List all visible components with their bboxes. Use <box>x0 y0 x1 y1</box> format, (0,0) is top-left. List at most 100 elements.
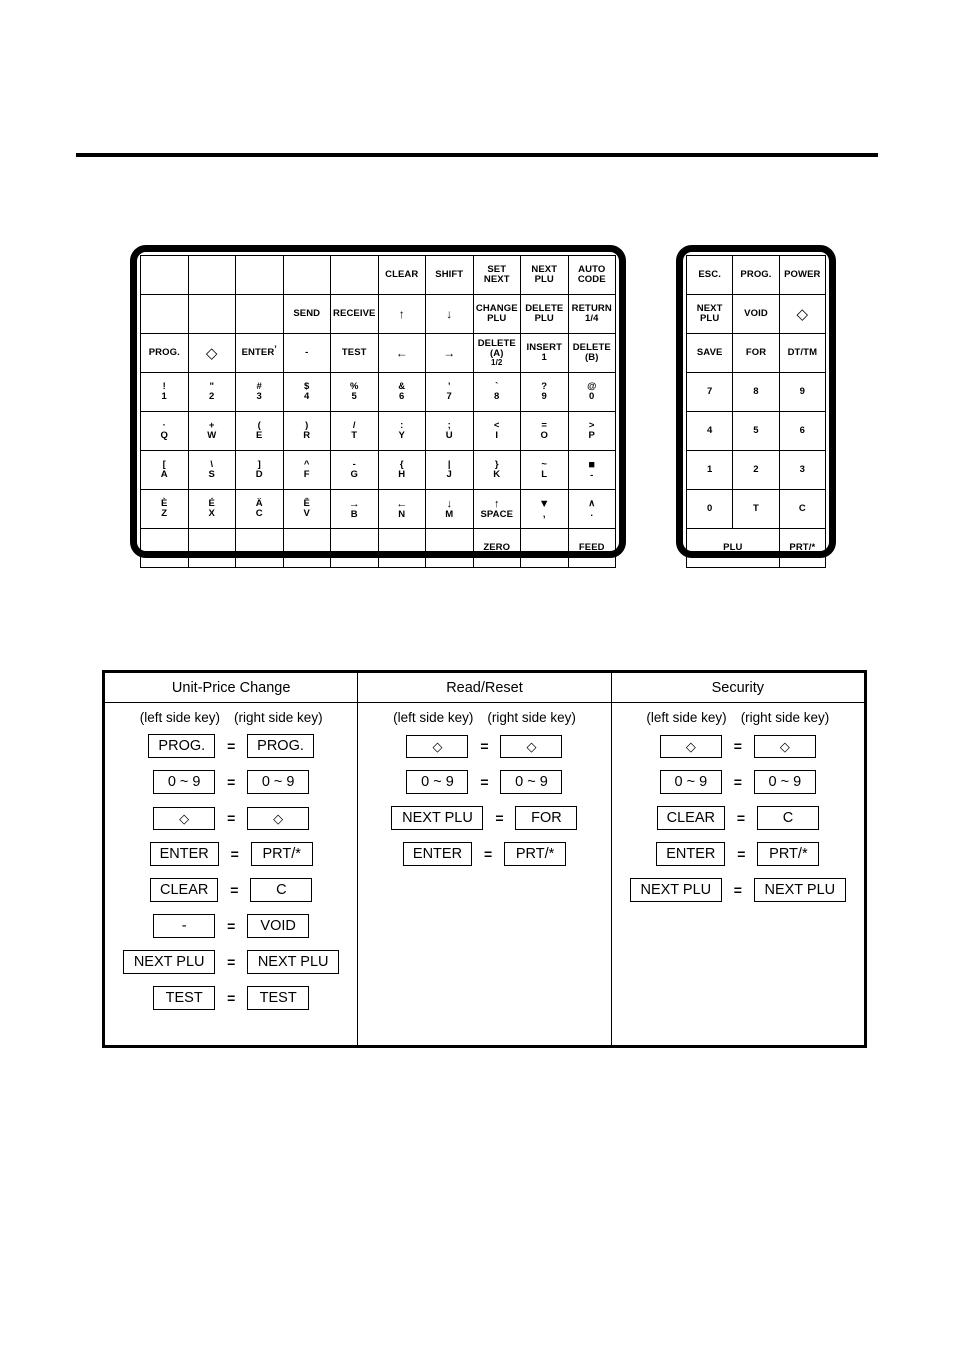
left-key-box[interactable]: ◇ <box>659 734 722 758</box>
key-symbol[interactable]: @0 <box>567 372 616 412</box>
key-symbol[interactable]: ◇ <box>187 333 236 373</box>
key-symbol[interactable]: ÉX <box>187 489 236 529</box>
key-next[interactable]: NEXT PLU <box>685 294 734 334</box>
key-delete[interactable]: DELETE PLU <box>520 294 569 334</box>
key-t[interactable]: T <box>732 489 780 529</box>
right-key-box[interactable]: PRT/* <box>757 841 820 867</box>
right-key-box[interactable]: ◇ <box>753 734 816 758</box>
right-key-box[interactable]: FOR <box>515 805 578 831</box>
left-key-box[interactable]: ◇ <box>153 806 216 830</box>
key-symbol[interactable]: #3 <box>235 372 284 412</box>
key-void[interactable]: VOID <box>732 294 780 334</box>
key-2[interactable]: 2 <box>732 450 780 490</box>
key-set[interactable]: SET NEXT <box>472 255 521 295</box>
key-symbol[interactable]: } K <box>472 450 521 490</box>
key-symbol[interactable]: " 2 <box>187 372 236 412</box>
left-key-box[interactable]: NEXT PLU <box>391 805 484 831</box>
key-prog[interactable]: PROG. <box>732 255 780 295</box>
key-send[interactable]: SEND <box>282 294 331 334</box>
key-symbol[interactable]: ∧. <box>567 489 616 529</box>
key-zero[interactable]: ZERO <box>472 528 521 568</box>
right-key-box[interactable]: NEXT PLU <box>247 949 340 975</box>
left-key-box[interactable]: ENTER <box>656 841 726 867</box>
key-symbol[interactable]: ↓ M <box>425 489 474 529</box>
key-symbol[interactable]: ← <box>377 333 426 373</box>
key-symbol[interactable]: -G <box>330 450 379 490</box>
key-enter[interactable]: ENTER <box>235 333 284 373</box>
key-esc[interactable]: ESC. <box>685 255 734 295</box>
key-symbol[interactable]: ~ L <box>520 450 569 490</box>
key-1[interactable]: 1 <box>685 450 734 490</box>
left-key-box[interactable]: 0 ~ 9 <box>153 769 216 795</box>
key-5[interactable]: 5 <box>732 411 780 451</box>
key-plu[interactable]: PLU <box>686 528 780 568</box>
key-symbol[interactable]: → <box>425 333 474 373</box>
left-key-box[interactable]: 0 ~ 9 <box>406 769 469 795</box>
key-symbol[interactable]: ] D <box>235 450 284 490</box>
left-key-box[interactable]: ENTER <box>149 841 219 867</box>
key-auto[interactable]: AUTO CODE <box>567 255 616 295</box>
key-symbol[interactable]: ` 8 <box>472 372 521 412</box>
key-symbol[interactable]: ÊV <box>282 489 331 529</box>
key-symbol[interactable]: [A <box>140 450 189 490</box>
key-symbol[interactable]: ^ F <box>282 450 331 490</box>
key-symbol[interactable]: | J <box>425 450 474 490</box>
key-shift[interactable]: SHIFT <box>425 255 474 295</box>
key-symbol[interactable]: → B <box>330 489 379 529</box>
right-key-box[interactable]: C <box>250 877 313 903</box>
key-symbol[interactable]: ↓ <box>425 294 474 334</box>
right-key-box[interactable]: PROG. <box>247 733 314 759</box>
key-symbol[interactable]: < I <box>472 411 521 451</box>
key-symbol[interactable]: $4 <box>282 372 331 412</box>
left-key-box[interactable]: NEXT PLU <box>629 877 722 903</box>
key-delete[interactable]: DELETE (B) <box>567 333 616 373</box>
right-key-box[interactable]: 0 ~ 9 <box>753 769 816 795</box>
key-symbol[interactable]: \ S <box>187 450 236 490</box>
right-key-box[interactable]: NEXT PLU <box>753 877 846 903</box>
key-next[interactable]: NEXT PLU <box>520 255 569 295</box>
key-symbol[interactable]: & 6 <box>377 372 426 412</box>
key-symbol[interactable]: · Q <box>140 411 189 451</box>
key-receive[interactable]: RECEIVE <box>330 294 379 334</box>
key-symbol[interactable]: ÄC <box>235 489 284 529</box>
key-symbol[interactable]: ’ 7 <box>425 372 474 412</box>
left-key-box[interactable]: 0 ~ 9 <box>659 769 722 795</box>
key-return[interactable]: RETURN 1/4 <box>567 294 616 334</box>
left-key-box[interactable]: TEST <box>153 985 216 1011</box>
key-insert[interactable]: INSERT 1 <box>520 333 569 373</box>
key-prt[interactable]: PRT/* <box>778 528 827 568</box>
key-symbol[interactable]: ■ - <box>567 450 616 490</box>
left-key-box[interactable]: NEXT PLU <box>123 949 216 975</box>
key-9[interactable]: 9 <box>778 372 827 412</box>
key-power[interactable]: POWER <box>778 255 827 295</box>
right-key-box[interactable]: 0 ~ 9 <box>247 769 310 795</box>
key-c[interactable]: C <box>778 489 827 529</box>
key-symbol[interactable]: {H <box>377 450 426 490</box>
key-symbol[interactable]: (E <box>235 411 284 451</box>
key-symbol[interactable]: = O <box>520 411 569 451</box>
right-key-box[interactable]: C <box>757 805 819 831</box>
left-key-box[interactable]: ENTER <box>402 841 473 867</box>
key-6[interactable]: 6 <box>778 411 827 451</box>
left-key-box[interactable]: CLEAR <box>149 877 219 903</box>
key-symbol[interactable]: ◇ <box>778 294 827 334</box>
key-symbol[interactable]: :Y <box>377 411 426 451</box>
right-key-box[interactable]: PRT/* <box>250 841 313 867</box>
key-for[interactable]: FOR <box>732 333 780 373</box>
key-symbol[interactable]: ↑ SPACE <box>472 489 521 529</box>
key-3[interactable]: 3 <box>778 450 827 490</box>
key-symbol[interactable]: ) R <box>282 411 331 451</box>
key-change[interactable]: CHANGE PLU <box>472 294 521 334</box>
key-7[interactable]: 7 <box>685 372 734 412</box>
key-0[interactable]: 0 <box>685 489 734 529</box>
key-symbol[interactable]: ÈZ <box>140 489 189 529</box>
right-key-box[interactable]: PRT/* <box>504 841 567 867</box>
key-symbol[interactable]: ; U <box>425 411 474 451</box>
key-dt-tm[interactable]: DT/TM <box>778 333 827 373</box>
key-test[interactable]: TEST <box>330 333 379 373</box>
key-symbol[interactable]: + W <box>187 411 236 451</box>
right-key-box[interactable]: VOID <box>247 913 310 939</box>
left-key-box[interactable]: - <box>153 913 216 939</box>
left-key-box[interactable]: ◇ <box>406 734 469 758</box>
key-symbol[interactable]: ! 1 <box>140 372 189 412</box>
